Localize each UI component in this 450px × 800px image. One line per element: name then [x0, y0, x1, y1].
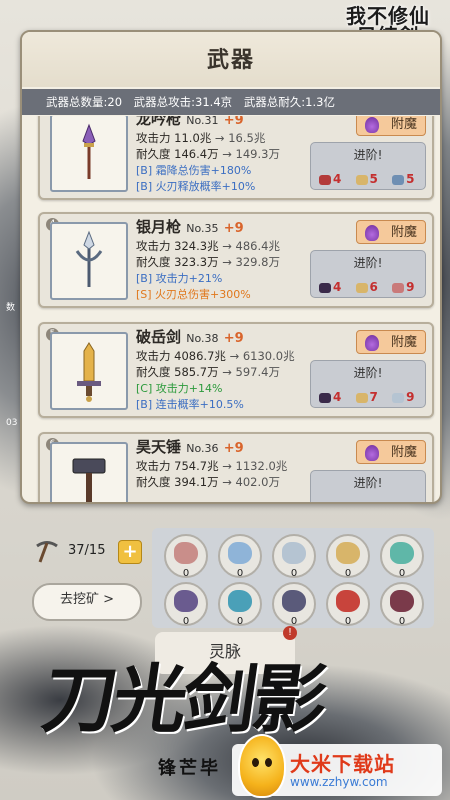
- durability-line: 耐久度 146.4万 → 149.3万: [136, 147, 280, 161]
- durability-line: 耐久度 394.1万 → 402.0万: [136, 475, 280, 489]
- hammer-icon: [72, 458, 106, 502]
- ore-icon: [336, 590, 360, 612]
- ore-slot[interactable]: 0: [272, 582, 316, 627]
- enchant-button[interactable]: 附魔: [356, 116, 426, 136]
- egg-mascot-logo: [238, 734, 286, 798]
- ore-icon: [174, 542, 198, 564]
- notification-badge: !: [283, 626, 297, 640]
- ore-slot[interactable]: 0: [272, 534, 316, 579]
- total-count: 武器总数量:20: [46, 95, 123, 109]
- ore-slot[interactable]: 0: [326, 534, 370, 579]
- ore-icon: [174, 590, 198, 612]
- ore-icon: [390, 542, 414, 564]
- total-attack: 武器总攻击:31.4京: [133, 95, 233, 109]
- sword-icon: [77, 342, 101, 402]
- dark-ore-icon: [319, 392, 331, 403]
- weapon-card[interactable]: 5 破岳剑 No.38 +9 攻击力 4086.7兆 → 6130.0兆 耐久度…: [38, 322, 434, 418]
- side-text-1: 数: [6, 303, 16, 313]
- weapon-name: 破岳剑 No.38 +9: [136, 328, 244, 346]
- gold-ore-icon: [355, 174, 368, 185]
- weapon-card[interactable]: 龙吟枪 No.31 +9 攻击力 11.0兆 → 16.5兆 耐久度 146.4…: [38, 116, 434, 200]
- ore-slot[interactable]: 0: [326, 582, 370, 627]
- gold-ore-icon: [355, 282, 368, 293]
- attack-line: 攻击力 754.7兆 → 1132.0兆: [136, 459, 288, 473]
- enchant-flame-icon: [365, 335, 379, 351]
- skill-line: [B] 连击概率+10.5%: [136, 398, 244, 411]
- enchant-flame-icon: [365, 445, 379, 461]
- ore-icon: [390, 590, 414, 612]
- pickaxe-count: 37/15: [68, 543, 106, 558]
- go-mining-button[interactable]: 去挖矿 >: [32, 583, 142, 621]
- durability-line: 耐久度 323.3万 → 329.8万: [136, 255, 280, 269]
- durability-line: 耐久度 585.7万 → 597.4万: [136, 365, 280, 379]
- materials: 4 5 5: [319, 172, 424, 186]
- skill-line: [B] 火刃释放概率+10%: [136, 180, 256, 193]
- watermark-url: www.zzhyw.com: [290, 775, 388, 789]
- crescent-spear-icon: [75, 230, 103, 287]
- side-text-2: 03: [6, 418, 18, 428]
- ore-slot[interactable]: 0: [164, 534, 208, 579]
- pickaxe-icon: [36, 541, 58, 563]
- materials: 4 7 9: [319, 390, 424, 404]
- weapon-stats-bar: 武器总数量:20 武器总攻击:31.4京 武器总耐久:1.3亿: [22, 89, 440, 115]
- dark-ore-icon: [319, 282, 331, 293]
- ore-slot[interactable]: 0: [380, 582, 424, 627]
- weapon-thumbnail: [50, 222, 128, 300]
- skill-line: [S] 火刃总伤害+300%: [136, 288, 251, 301]
- weapons-panel: 武器 武器总数量:20 武器总攻击:31.4京 武器总耐久:1.3亿 龙吟枪 N…: [20, 30, 442, 504]
- ore-icon: [282, 590, 306, 612]
- gold-ore-icon: [355, 392, 368, 403]
- enchant-button[interactable]: 附魔: [356, 220, 426, 244]
- weapon-list[interactable]: 龙吟枪 No.31 +9 攻击力 11.0兆 → 16.5兆 耐久度 146.4…: [22, 116, 440, 502]
- spear-icon: [82, 123, 96, 179]
- panel-title: 武器: [22, 32, 440, 87]
- enchant-flame-icon: [365, 225, 379, 241]
- ore-slot[interactable]: 0: [164, 582, 208, 627]
- watermark: 大米下载站 www.zzhyw.com: [232, 734, 442, 798]
- skill-line: [C] 攻击力+14%: [136, 382, 223, 395]
- attack-line: 攻击力 11.0兆 → 16.5兆: [136, 131, 266, 145]
- enchant-flame-icon: [365, 117, 379, 133]
- skill-line: [B] 攻击力+21%: [136, 272, 223, 285]
- ore-inventory: 0 0 0 0 0 0 0 0 0 0: [152, 528, 434, 628]
- weapon-card[interactable]: 4 银月枪 No.35 +9 攻击力 324.3兆 → 486.4兆 耐久度 3…: [38, 212, 434, 308]
- ore-icon: [282, 542, 306, 564]
- ore-icon: [336, 542, 360, 564]
- ore-slot[interactable]: 0: [218, 582, 262, 627]
- weapon-thumbnail: [50, 332, 128, 410]
- ore-slot[interactable]: 0: [380, 534, 424, 579]
- weapon-name: 龙吟枪 No.31 +9: [136, 116, 244, 128]
- attack-line: 攻击力 4086.7兆 → 6130.0兆: [136, 349, 295, 363]
- ore-icon: [228, 590, 252, 612]
- enchant-button[interactable]: 附魔: [356, 440, 426, 464]
- promo-subtitle: 锋芒毕: [158, 758, 221, 779]
- red-ore-icon: [319, 174, 331, 185]
- skill-line: [B] 霜降总伤害+180%: [136, 164, 252, 177]
- advance-button[interactable]: 进阶! 4 6 9: [310, 250, 426, 298]
- advance-button[interactable]: 进阶! 4 5 5: [310, 142, 426, 190]
- weapon-name: 昊天锤 No.36 +9: [136, 438, 244, 456]
- watermark-site-name: 大米下载站: [290, 752, 395, 776]
- pickaxe-counter: 37/15 +: [32, 540, 142, 566]
- silver-ore-icon: [392, 392, 405, 403]
- weapon-thumbnail: [50, 116, 128, 192]
- weapon-card[interactable]: 6 昊天锤 No.36 +9 攻击力 754.7兆 → 1132.0兆 耐久度 …: [38, 432, 434, 502]
- add-pickaxe-button[interactable]: +: [118, 540, 142, 564]
- promo-calligraphy: 刀光剑影: [37, 657, 330, 743]
- enchant-button[interactable]: 附魔: [356, 330, 426, 354]
- total-durability: 武器总耐久:1.3亿: [243, 95, 335, 109]
- advance-button[interactable]: 进阶!: [310, 470, 426, 502]
- weapon-thumbnail: [50, 442, 128, 502]
- pink-ore-icon: [392, 282, 405, 293]
- materials: 4 6 9: [319, 280, 424, 294]
- attack-line: 攻击力 324.3兆 → 486.4兆: [136, 239, 280, 253]
- blue-ore-icon: [392, 174, 405, 185]
- advance-button[interactable]: 进阶! 4 7 9: [310, 360, 426, 408]
- weapon-name: 银月枪 No.35 +9: [136, 218, 244, 236]
- ore-slot[interactable]: 0: [218, 534, 262, 579]
- ore-icon: [228, 542, 252, 564]
